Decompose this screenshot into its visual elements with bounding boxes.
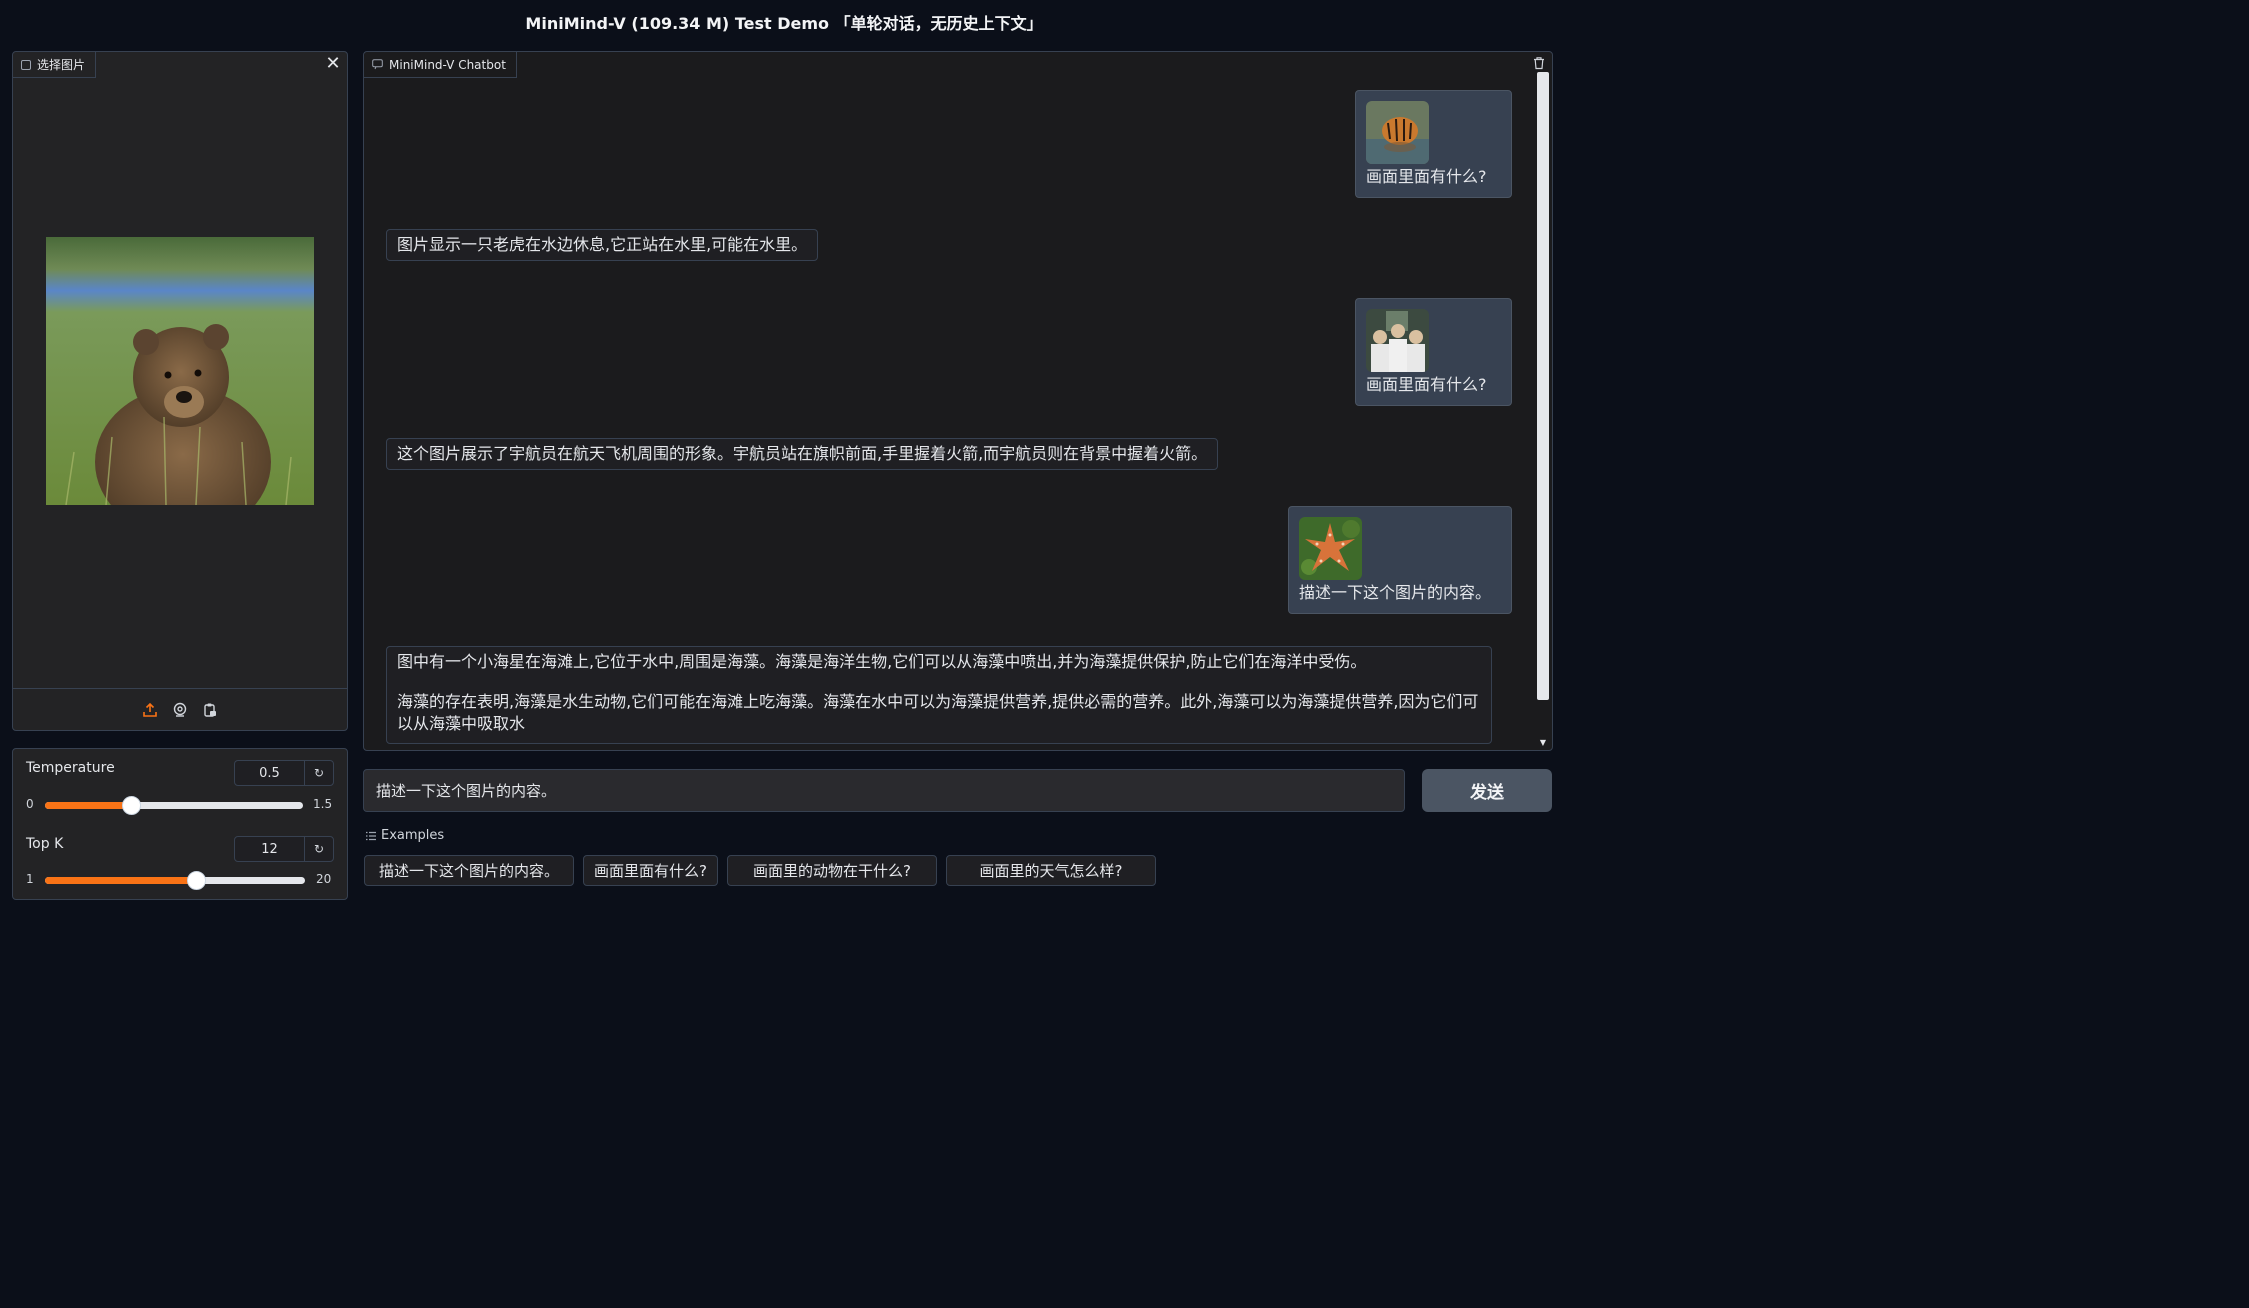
- bot-message-text: 图片显示一只老虎在水边休息,它正站在水里,可能在水里。: [397, 235, 808, 254]
- selected-image-bear: [46, 237, 314, 505]
- image-panel-tab: 选择图片: [13, 52, 97, 78]
- user-message: 画面里面有什么?: [1355, 90, 1512, 198]
- image-panel-label: 选择图片: [37, 58, 86, 72]
- chatbot-panel: MiniMind-V Chatbot ▼ 画面里面有什么? 图片显示一只老虎在水…: [363, 51, 1553, 751]
- reset-icon[interactable]: ↻: [305, 761, 333, 785]
- top-k-min: 1: [26, 872, 34, 886]
- bot-message-text: 这个图片展示了宇航员在航天飞机周围的形象。宇航员站在旗帜前面,手里握着火箭,而宇…: [397, 444, 1208, 463]
- top-k-slider-fill: [45, 877, 196, 884]
- top-k-number-box: 12 ↻: [234, 836, 334, 862]
- starfish-thumbnail: [1299, 517, 1362, 580]
- list-icon: [366, 831, 376, 840]
- temperature-max: 1.5: [313, 797, 333, 811]
- image-toolbar: [13, 688, 347, 730]
- chatbot-tab: MiniMind-V Chatbot: [364, 52, 517, 78]
- example-button[interactable]: 描述一下这个图片的内容。: [364, 855, 574, 886]
- tiger-thumbnail: [1366, 101, 1429, 164]
- top-k-input[interactable]: 12: [235, 837, 305, 861]
- generation-controls: Temperature 0.5 ↻ 0 1.5 Top K 12 ↻ 1 20: [12, 748, 348, 900]
- bot-message-paragraph: 图中有一个小海星在海滩上,它位于水中,周围是海藻。海藻是海洋生物,它们可以从海藻…: [397, 652, 1367, 671]
- send-button[interactable]: 发送: [1422, 769, 1552, 812]
- top-k-label: Top K: [26, 836, 64, 852]
- top-k-slider-handle[interactable]: [186, 871, 206, 890]
- user-message-text: 画面里面有什么?: [1366, 167, 1487, 186]
- chat-scrollbar-thumb[interactable]: [1537, 72, 1549, 700]
- clipboard-paste-icon[interactable]: [200, 700, 220, 720]
- examples-header: Examples: [366, 828, 444, 843]
- chat-icon: [372, 59, 383, 70]
- user-message-text: 描述一下这个图片的内容。: [1299, 583, 1492, 602]
- bot-message: 这个图片展示了宇航员在航天飞机周围的形象。宇航员站在旗帜前面,手里握着火箭,而宇…: [386, 438, 1219, 470]
- bot-message-paragraph: 海藻的存在表明,海藻是水生动物,它们可能在海滩上吃海藻。海藻在水中可以为海藻提供…: [397, 692, 1479, 733]
- example-button[interactable]: 画面里的动物在干什么?: [727, 855, 937, 886]
- message-input[interactable]: 描述一下这个图片的内容。: [363, 769, 1405, 812]
- astronauts-thumbnail: [1366, 309, 1429, 372]
- user-message: 描述一下这个图片的内容。: [1288, 506, 1512, 614]
- temperature-min: 0: [26, 797, 34, 811]
- top-k-slider[interactable]: [45, 871, 305, 890]
- bot-message: 图中有一个小海星在海滩上,它位于水中,周围是海藻。海藻是海洋生物,它们可以从海藻…: [386, 646, 1492, 744]
- temperature-input[interactable]: 0.5: [235, 761, 305, 785]
- example-button[interactable]: 画面里的天气怎么样?: [946, 855, 1156, 886]
- bot-message: 图片显示一只老虎在水边休息,它正站在水里,可能在水里。: [386, 229, 819, 261]
- reset-icon[interactable]: ↻: [305, 837, 333, 861]
- temperature-slider-fill: [45, 802, 131, 809]
- webcam-icon[interactable]: [170, 700, 190, 720]
- upload-icon[interactable]: [140, 700, 160, 720]
- temperature-number-box: 0.5 ↻: [234, 760, 334, 786]
- user-message-text: 画面里面有什么?: [1366, 375, 1487, 394]
- trash-icon[interactable]: [1532, 55, 1548, 71]
- page-title: MiniMind-V (109.34 M) Test Demo 「单轮对话，无历…: [525, 14, 1043, 33]
- temperature-label: Temperature: [26, 760, 115, 776]
- example-button[interactable]: 画面里面有什么?: [583, 855, 718, 886]
- top-k-max: 20: [316, 872, 332, 886]
- chatbot-label: MiniMind-V Chatbot: [389, 57, 506, 72]
- temperature-slider-handle[interactable]: [121, 796, 141, 815]
- scroll-down-arrow[interactable]: ▼: [1538, 738, 1548, 748]
- close-icon[interactable]: ✕: [323, 54, 343, 74]
- image-input-panel: 选择图片 ✕: [12, 51, 348, 731]
- examples-label: Examples: [381, 828, 445, 843]
- temperature-slider[interactable]: [45, 796, 303, 815]
- user-message: 画面里面有什么?: [1355, 298, 1512, 406]
- image-icon: [21, 59, 31, 70]
